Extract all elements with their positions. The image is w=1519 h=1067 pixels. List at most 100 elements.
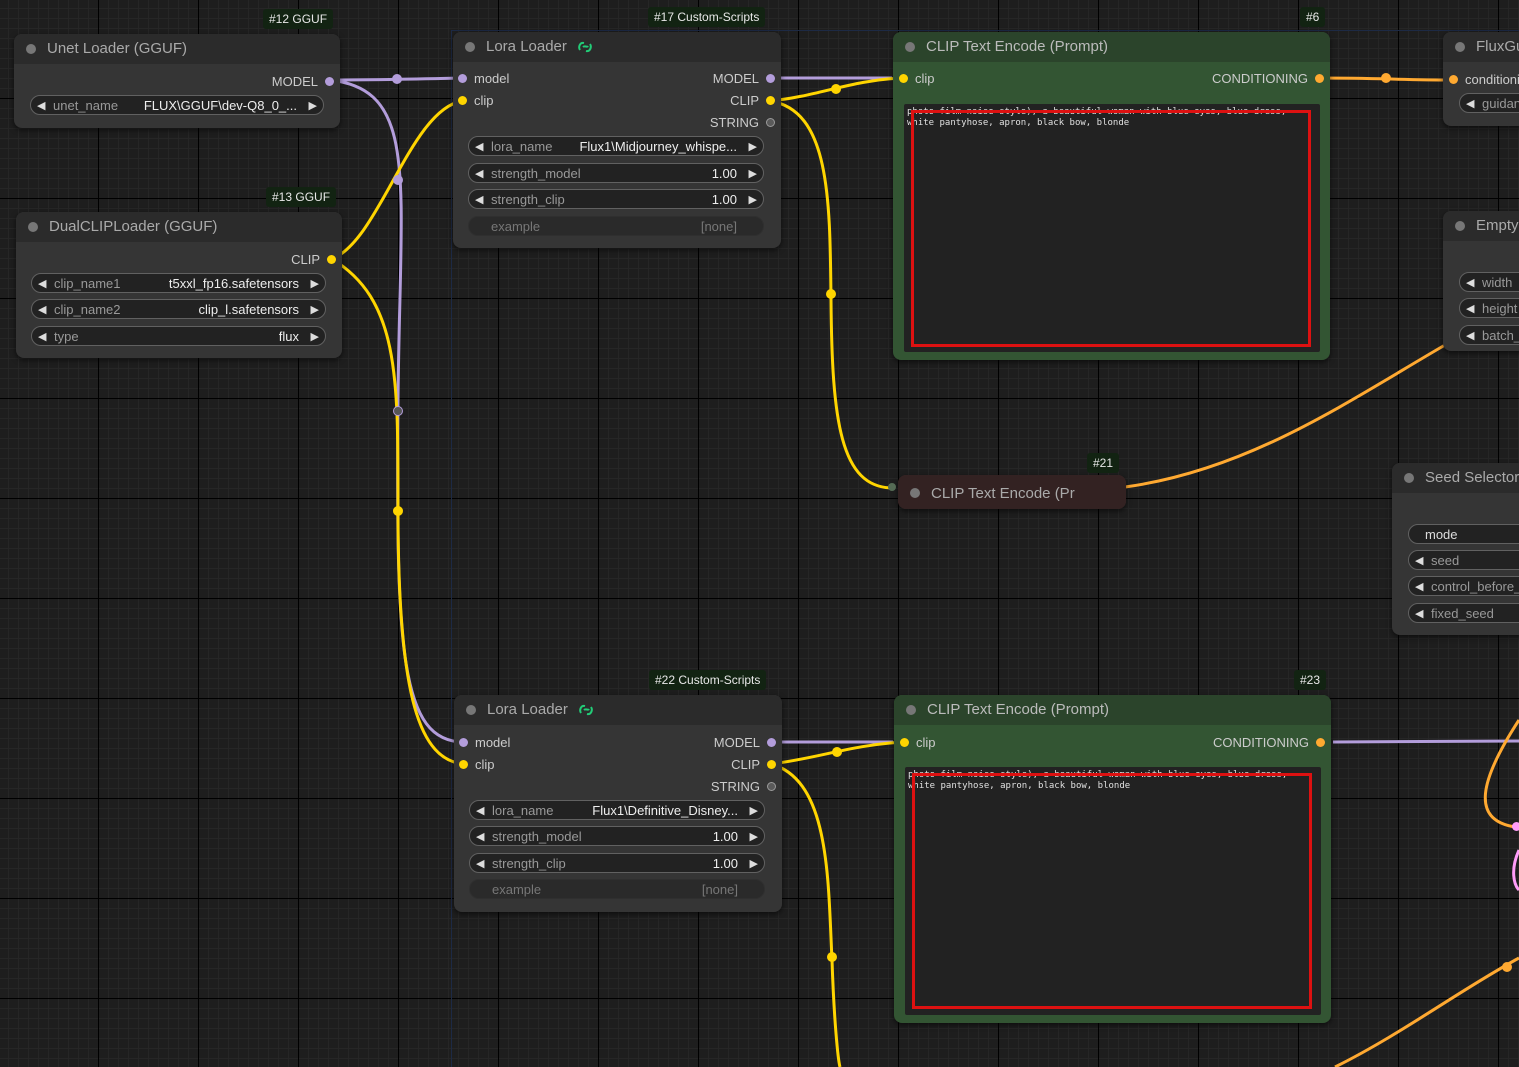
arrow-left-icon[interactable]: ◀ <box>38 300 46 320</box>
link-midpoint[interactable] <box>827 952 837 962</box>
empty-latent-node[interactable]: Empty ◀ width ◀ height ◀ batch_ <box>1443 211 1519 351</box>
height-number[interactable]: ◀ height <box>1459 298 1519 318</box>
link-midpoint[interactable] <box>832 747 842 757</box>
clip-name2-combo[interactable]: ◀ clip_name2 clip_l.safetensors ▶ <box>31 299 326 319</box>
input-pin-icon[interactable] <box>458 74 467 83</box>
output-pin-icon[interactable] <box>1316 738 1325 747</box>
mode-toggle[interactable]: mode <box>1408 524 1519 544</box>
lora-loader-22-node[interactable]: Lora Loader model clip MODEL CLIP STRING… <box>454 695 782 912</box>
collapse-dot-icon[interactable] <box>910 488 920 498</box>
input-pin-icon[interactable] <box>1449 75 1458 84</box>
output-model[interactable]: MODEL <box>713 70 775 88</box>
output-clip[interactable]: CLIP <box>730 92 775 110</box>
input-clip[interactable]: clip <box>459 756 495 774</box>
node-title[interactable]: Lora Loader <box>454 695 782 725</box>
seed-selector-node[interactable]: Seed Selector mode ◀ seed ◀ control_befo… <box>1392 463 1519 635</box>
control-before-combo[interactable]: ◀ control_before_ <box>1408 576 1519 596</box>
output-string[interactable]: STRING <box>711 778 776 796</box>
arrow-right-icon[interactable]: ▶ <box>311 274 319 294</box>
output-clip[interactable]: CLIP <box>731 756 776 774</box>
clip-name1-combo[interactable]: ◀ clip_name1 t5xxl_fp16.safetensors ▶ <box>31 273 326 293</box>
link-midpoint[interactable] <box>831 84 841 94</box>
collapse-dot-icon[interactable] <box>905 42 915 52</box>
collapse-dot-icon[interactable] <box>906 705 916 715</box>
strength-model-number[interactable]: ◀ strength_model 1.00 ▶ <box>468 163 764 183</box>
arrow-right-icon[interactable]: ▶ <box>750 827 758 847</box>
link-midpoint[interactable] <box>1381 73 1391 83</box>
collapse-dot-icon[interactable] <box>1455 221 1465 231</box>
arrow-left-icon[interactable]: ◀ <box>1466 94 1474 114</box>
collapse-dot-icon[interactable] <box>466 705 476 715</box>
output-pin-icon[interactable] <box>325 77 334 86</box>
width-number[interactable]: ◀ width <box>1459 272 1519 292</box>
input-pin-icon[interactable] <box>888 483 896 491</box>
arrow-left-icon[interactable]: ◀ <box>37 96 45 116</box>
output-string[interactable]: STRING <box>710 114 775 132</box>
unet-name-combo[interactable]: ◀ unet_name FLUX\GGUF\dev-Q8_0_... ▶ <box>30 95 324 115</box>
link-midpoint[interactable] <box>393 175 403 185</box>
node-title[interactable]: Unet Loader (GGUF) <box>14 34 340 64</box>
arrow-left-icon[interactable]: ◀ <box>1466 326 1474 346</box>
input-clip[interactable]: clip <box>899 70 935 88</box>
fixed-seed-number[interactable]: ◀ fixed_seed <box>1408 603 1519 623</box>
output-pin-icon[interactable] <box>327 255 336 264</box>
node-title[interactable]: Lora Loader <box>453 32 781 62</box>
output-pin-icon[interactable] <box>766 96 775 105</box>
input-model[interactable]: model <box>458 70 509 88</box>
arrow-right-icon[interactable]: ▶ <box>750 854 758 874</box>
link-midpoint[interactable] <box>393 506 403 516</box>
collapse-dot-icon[interactable] <box>1404 473 1414 483</box>
node-title[interactable]: CLIP Text Encode (Prompt) <box>893 32 1330 62</box>
seed-number[interactable]: ◀ seed <box>1408 550 1519 570</box>
arrow-left-icon[interactable]: ◀ <box>1466 273 1474 293</box>
lora-name-combo[interactable]: ◀ lora_name Flux1\Definitive_Disney... ▶ <box>469 800 765 820</box>
arrow-left-icon[interactable]: ◀ <box>38 274 46 294</box>
node-title[interactable]: FluxGu <box>1443 32 1519 62</box>
collapse-dot-icon[interactable] <box>465 42 475 52</box>
lora-name-combo[interactable]: ◀ lora_name Flux1\Midjourney_whispe... ▶ <box>468 136 764 156</box>
link-midpoint[interactable] <box>393 406 403 416</box>
link-midpoint[interactable] <box>826 289 836 299</box>
node-title[interactable]: DualCLIPLoader (GGUF) <box>16 212 342 242</box>
output-model[interactable]: MODEL <box>714 734 776 752</box>
arrow-right-icon[interactable]: ▶ <box>750 801 758 821</box>
arrow-right-icon[interactable]: ▶ <box>309 96 317 116</box>
input-clip[interactable]: clip <box>458 92 494 110</box>
arrow-left-icon[interactable]: ◀ <box>475 137 483 157</box>
output-pin-icon[interactable] <box>1512 822 1519 831</box>
arrow-right-icon[interactable]: ▶ <box>311 327 319 347</box>
strength-clip-number[interactable]: ◀ strength_clip 1.00 ▶ <box>469 853 765 873</box>
output-pin-icon[interactable] <box>766 118 775 127</box>
arrow-left-icon[interactable]: ◀ <box>1415 577 1423 597</box>
strength-model-number[interactable]: ◀ strength_model 1.00 ▶ <box>469 826 765 846</box>
link-midpoint[interactable] <box>1502 962 1512 972</box>
output-clip[interactable]: CLIP <box>291 251 336 269</box>
arrow-left-icon[interactable]: ◀ <box>1466 299 1474 319</box>
batch-size-number[interactable]: ◀ batch_ <box>1459 325 1519 345</box>
arrow-left-icon[interactable]: ◀ <box>476 827 484 847</box>
output-pin-icon[interactable] <box>767 738 776 747</box>
output-pin-icon[interactable] <box>1315 74 1324 83</box>
arrow-right-icon[interactable]: ▶ <box>749 190 757 210</box>
output-conditioning[interactable]: CONDITIONING <box>1213 734 1325 752</box>
input-pin-icon[interactable] <box>458 96 467 105</box>
output-pin-icon[interactable] <box>767 760 776 769</box>
input-clip[interactable]: clip <box>900 734 936 752</box>
strength-clip-number[interactable]: ◀ strength_clip 1.00 ▶ <box>468 189 764 209</box>
arrow-left-icon[interactable]: ◀ <box>476 801 484 821</box>
input-pin-icon[interactable] <box>459 760 468 769</box>
input-conditioning[interactable]: conditioni <box>1449 71 1519 89</box>
output-pin-icon[interactable] <box>766 74 775 83</box>
lora-loader-17-node[interactable]: Lora Loader model clip MODEL CLIP STRING… <box>453 32 781 248</box>
clip-text-encode-6-node[interactable]: CLIP Text Encode (Prompt) clip CONDITION… <box>893 32 1330 360</box>
collapse-dot-icon[interactable] <box>26 44 36 54</box>
arrow-right-icon[interactable]: ▶ <box>311 300 319 320</box>
arrow-left-icon[interactable]: ◀ <box>475 164 483 184</box>
input-pin-icon[interactable] <box>900 738 909 747</box>
clip-text-encode-23-node[interactable]: CLIP Text Encode (Prompt) clip CONDITION… <box>894 695 1331 1023</box>
collapse-dot-icon[interactable] <box>1455 42 1465 52</box>
node-title[interactable]: Empty <box>1443 211 1519 241</box>
flux-guidance-node[interactable]: FluxGu conditioni ◀ guidan <box>1443 32 1519 126</box>
output-model[interactable]: MODEL <box>272 73 334 91</box>
arrow-right-icon[interactable]: ▶ <box>749 164 757 184</box>
